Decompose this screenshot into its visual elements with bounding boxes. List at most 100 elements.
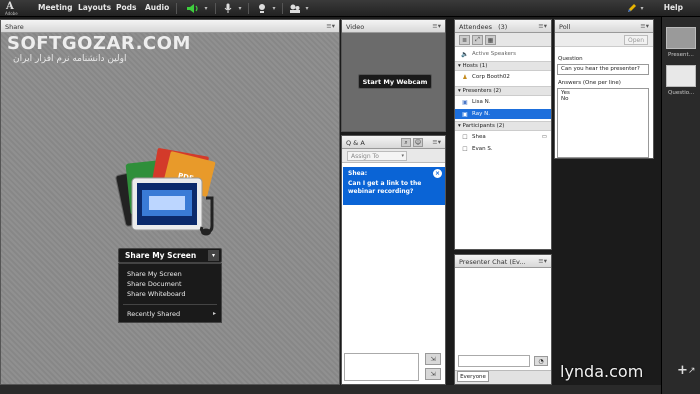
pod-menu-icon[interactable]: ≡▾ — [432, 22, 441, 30]
presenters-group-label: Presenters (2) — [462, 88, 502, 94]
speaker-dropdown-icon[interactable]: ▾ — [202, 2, 210, 14]
poll-answers-input[interactable]: Yes No — [557, 88, 649, 158]
presenter-icon: ▣ — [462, 98, 468, 106]
share-dropdown-icon[interactable]: ▾ — [208, 250, 219, 261]
collapse-arrow-icon[interactable]: ↗ — [688, 366, 696, 376]
send-private-icon[interactable]: ⇲ — [425, 368, 441, 380]
presenter-chat-title: Presenter Chat — [459, 258, 508, 266]
toolbar-divider — [282, 3, 283, 14]
toolbar-divider — [248, 3, 249, 14]
adobe-logo-text: Adobe — [5, 11, 18, 16]
menu-divider — [123, 304, 217, 305]
hosts-group[interactable]: ▾ Hosts (1) — [455, 61, 551, 71]
poll-answer: No — [561, 96, 569, 102]
qa-pod-header: Q & A ⌕ ☺ ≡▾ — [342, 136, 445, 149]
grid-view-icon[interactable]: ▦ — [485, 35, 496, 45]
pod-menu-icon[interactable]: ≡▾ — [326, 22, 335, 30]
poll-pod-header: Poll ≡▾ — [555, 20, 653, 33]
video-pod: Video ≡▾ Start My Webcam — [341, 19, 446, 132]
tab-everyone[interactable]: Everyone — [457, 371, 489, 382]
search-icon[interactable]: ⌕ — [401, 138, 411, 147]
send-answer-icon[interactable]: ⇲ — [425, 353, 441, 365]
poll-toolbar: Open — [555, 33, 653, 47]
menu-item-share-whiteboard[interactable]: Share Whiteboard — [127, 290, 186, 298]
webcam-dropdown-icon[interactable]: ▾ — [270, 2, 278, 14]
question-author: Shea: — [348, 170, 368, 177]
qa-answer-input[interactable] — [344, 353, 419, 381]
toolbar-divider — [176, 3, 177, 14]
share-my-screen-button[interactable]: Share My Screen ▾ — [118, 248, 222, 263]
menu-bar: A Adobe Meeting Layouts Pods Audio ▾ ▾ ▾… — [0, 0, 700, 17]
raise-hand-icon[interactable] — [288, 2, 302, 14]
attendee-name: Shea — [472, 134, 486, 140]
add-layout-icon[interactable]: + — [677, 363, 688, 378]
chat-message-input[interactable] — [458, 355, 530, 367]
hosts-group-label: Hosts (1) — [462, 63, 488, 69]
share-pod-header: Share ≡▾ — [1, 20, 339, 33]
attendee-row[interactable]: ☐ Evan S. — [455, 144, 551, 154]
menu-audio[interactable]: Audio — [145, 3, 169, 12]
assign-to-label: Assign To — [351, 153, 379, 160]
close-icon[interactable]: × — [433, 169, 442, 178]
video-pod-header: Video ≡▾ — [342, 20, 445, 33]
attendee-row[interactable]: ▣ Lisa N. — [455, 97, 551, 107]
active-speakers-label: Active Speakers — [472, 51, 516, 57]
watermark-subtitle: اولین دانشنامه نرم افزار ایران — [13, 54, 127, 64]
question-item[interactable]: Shea: Can I get a link to the webinar re… — [343, 167, 445, 205]
assign-to-dropdown[interactable]: Assign To ▾ — [347, 151, 407, 161]
microphone-icon[interactable] — [222, 2, 234, 14]
presenter-chat-title-group: Presenter Chat (Ev... — [459, 258, 526, 266]
pod-menu-icon[interactable]: ≡▾ — [538, 257, 547, 265]
menu-item-recently-shared[interactable]: Recently Shared — [127, 310, 180, 318]
speaker-icon[interactable] — [185, 2, 201, 14]
menu-help[interactable]: Help — [664, 3, 683, 12]
start-webcam-button[interactable]: Start My Webcam — [358, 74, 432, 89]
attendees-pod-title: Attendees (3) — [459, 23, 507, 31]
attendees-toolbar: ≣ ⤢ ▦ — [455, 33, 551, 47]
pod-menu-icon[interactable]: ≡▾ — [538, 22, 547, 30]
attendees-count: (3) — [498, 23, 508, 31]
menu-layouts[interactable]: Layouts — [78, 3, 111, 12]
layout-thumbnail-questions[interactable] — [666, 65, 696, 87]
qa-pod: Q & A ⌕ ☺ ≡▾ Assign To ▾ Shea: Can I get… — [341, 135, 446, 385]
qa-pod-title: Q & A — [346, 139, 365, 147]
pod-menu-icon[interactable]: ≡▾ — [432, 138, 441, 146]
participants-group-label: Participants (2) — [462, 123, 505, 129]
poll-question-input[interactable]: Can you hear the presenter? — [557, 64, 649, 75]
pen-icon[interactable] — [625, 2, 637, 14]
send-message-icon[interactable]: ◔ — [534, 356, 548, 366]
person-icon[interactable]: ☺ — [413, 138, 423, 147]
attendee-row-selected[interactable]: ▣ Ray N. — [455, 109, 551, 119]
attendees-pod: Attendees (3) ≡▾ ≣ ⤢ ▦ 🔈 Active Speakers… — [454, 19, 552, 250]
menu-item-share-screen[interactable]: Share My Screen — [127, 270, 182, 278]
qa-toolbar: Assign To ▾ — [342, 149, 445, 163]
pod-menu-icon[interactable]: ≡▾ — [640, 22, 649, 30]
pen-dropdown-icon[interactable]: ▾ — [638, 2, 646, 14]
layouts-sidebar: Present... Questio... — [661, 17, 700, 394]
poll-pod-title: Poll — [559, 23, 571, 31]
microphone-dropdown-icon[interactable]: ▾ — [236, 2, 244, 14]
participants-group[interactable]: ▾ Participants (2) — [455, 121, 551, 131]
host-icon: ♟ — [462, 73, 468, 81]
share-menu: Share My Screen Share Document Share Whi… — [118, 263, 222, 323]
answers-label: Answers (One per line) — [558, 80, 621, 86]
attendee-name: Lisa N. — [472, 99, 491, 105]
presenters-group[interactable]: ▾ Presenters (2) — [455, 86, 551, 96]
menu-pods[interactable]: Pods — [116, 3, 136, 12]
layout-thumbnail-presenter[interactable] — [666, 27, 696, 49]
menu-item-share-document[interactable]: Share Document — [127, 280, 182, 288]
webcam-icon[interactable] — [256, 2, 268, 14]
participant-icon: ☐ — [462, 145, 468, 153]
open-poll-button[interactable]: Open — [624, 35, 648, 45]
fullscreen-icon[interactable]: ⤢ — [472, 35, 483, 45]
attendee-row[interactable]: ☐ Shea ▭ — [455, 132, 551, 142]
bottom-strip — [0, 385, 661, 394]
presenter-chat-pod: Presenter Chat (Ev... ≡▾ ◔ Everyone — [454, 254, 552, 385]
adobe-logo: A Adobe — [4, 1, 18, 16]
menu-meeting[interactable]: Meeting — [38, 3, 73, 12]
status-dropdown-icon[interactable]: ▾ — [303, 2, 311, 14]
question-text: Can I get a link to the webinar recordin… — [348, 180, 422, 195]
speaker-icon: 🔈 — [461, 50, 469, 58]
list-view-icon[interactable]: ≣ — [459, 35, 470, 45]
attendee-row[interactable]: ♟ Corp Booth02 — [455, 72, 551, 82]
